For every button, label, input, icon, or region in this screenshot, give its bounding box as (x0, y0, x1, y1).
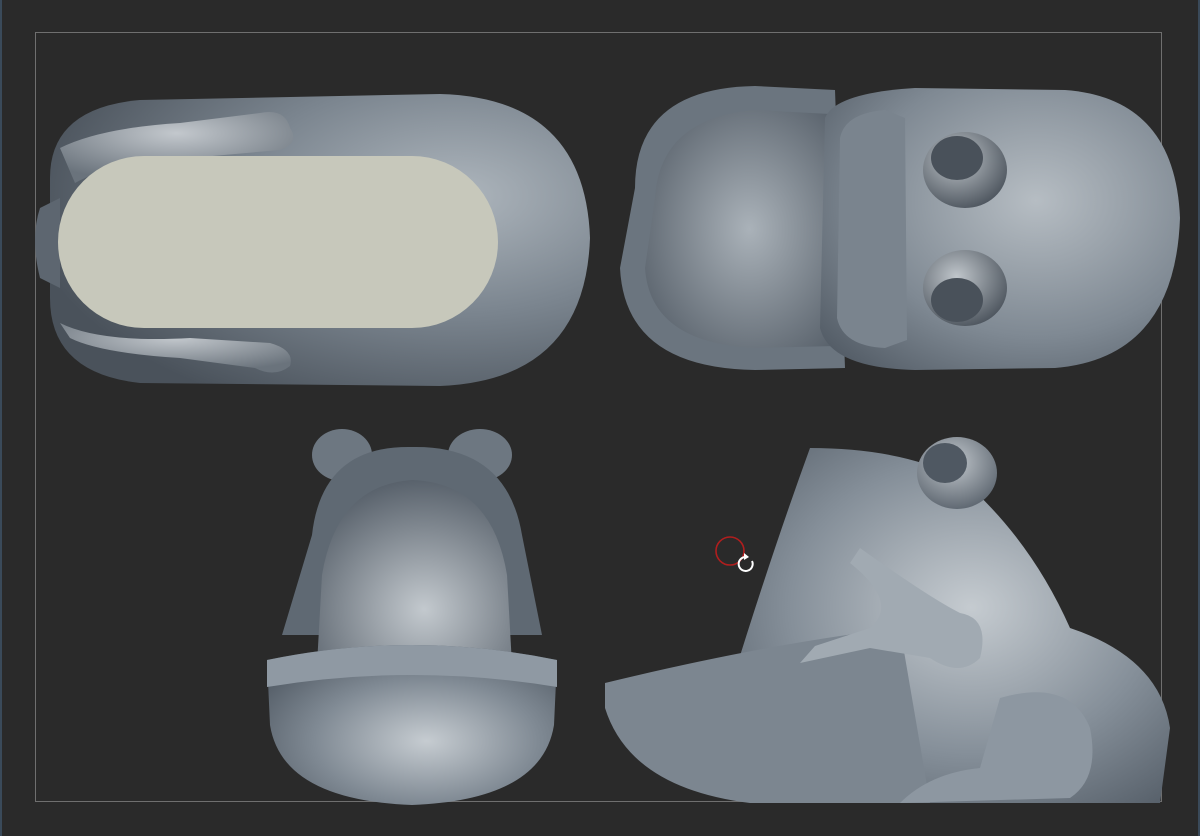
model-view-top[interactable] (615, 78, 1185, 378)
frog-head-top (820, 88, 1180, 370)
frog-eye-side (917, 437, 997, 509)
model-view-front[interactable] (262, 425, 562, 810)
frog-bowl-top (620, 86, 845, 370)
3d-viewport[interactable] (0, 0, 1200, 836)
rotate-cursor-icon (737, 553, 754, 572)
frog-eye-left (923, 132, 1007, 208)
brush-cursor (712, 533, 760, 577)
frog-bowl-side (605, 628, 930, 803)
model-view-bottom[interactable] (20, 88, 595, 393)
model-view-side[interactable] (600, 428, 1180, 808)
viewport-edge-left (0, 0, 2, 836)
flat-cut-surface (58, 156, 498, 328)
frog-eye-right (923, 250, 1007, 326)
